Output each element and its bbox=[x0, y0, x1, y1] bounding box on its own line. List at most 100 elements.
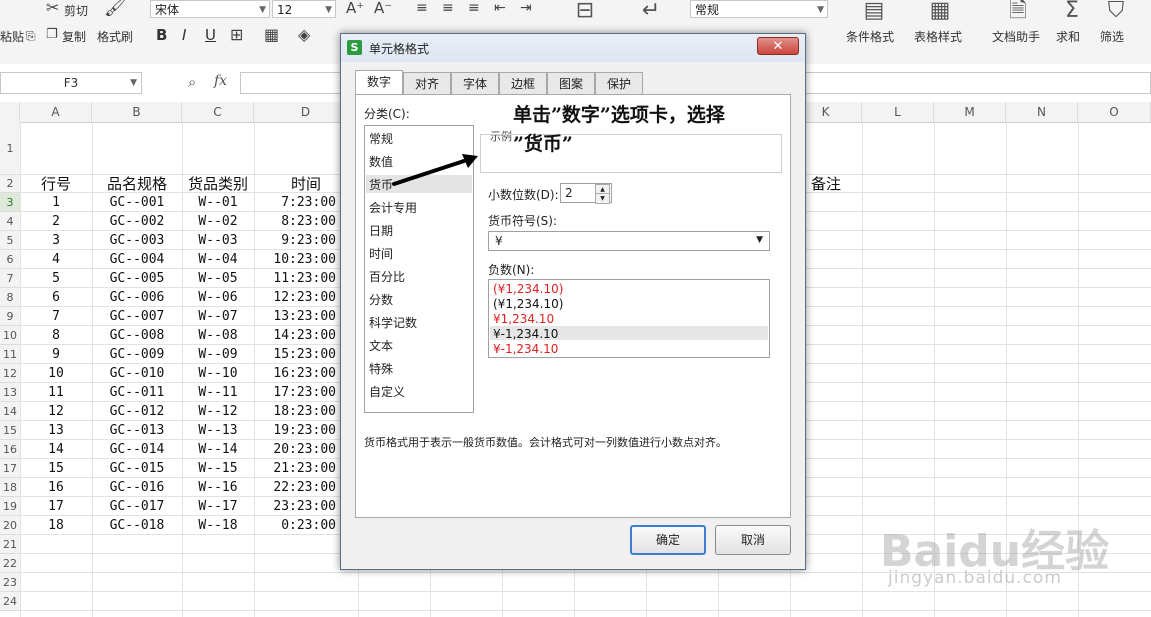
row-header[interactable]: 22 bbox=[0, 554, 20, 573]
doc-assistant-icon[interactable]: 🗎 bbox=[1004, 0, 1032, 22]
row-header[interactable]: 5 bbox=[0, 231, 20, 250]
data-cell[interactable]: GC--007 bbox=[92, 307, 182, 326]
negative-format-option[interactable]: (¥1,234.10) bbox=[493, 282, 563, 296]
table-style-button[interactable]: 表格样式 bbox=[914, 28, 962, 45]
sum-button[interactable]: 求和 bbox=[1056, 28, 1080, 45]
data-cell[interactable]: GC--010 bbox=[92, 364, 182, 383]
data-cell[interactable]: GC--004 bbox=[92, 250, 182, 269]
scissors-icon[interactable]: ✂ bbox=[46, 0, 59, 16]
data-cell[interactable]: W--06 bbox=[182, 288, 254, 307]
data-cell[interactable]: GC--003 bbox=[92, 231, 182, 250]
data-cell[interactable]: W--08 bbox=[182, 326, 254, 345]
align-bottom-icon[interactable]: ≡ bbox=[468, 0, 480, 16]
doc-assistant-button[interactable]: 文档助手 bbox=[992, 28, 1040, 45]
column-header[interactable]: O bbox=[1078, 102, 1151, 122]
row-header[interactable]: 14 bbox=[0, 402, 20, 421]
row-header[interactable]: 6 bbox=[0, 250, 20, 269]
data-cell[interactable]: GC--002 bbox=[92, 212, 182, 231]
data-cell[interactable]: W--09 bbox=[182, 345, 254, 364]
column-header[interactable]: M bbox=[934, 102, 1006, 122]
wrap-text-icon[interactable]: ↵ bbox=[636, 0, 666, 22]
italic-button[interactable]: I bbox=[182, 26, 186, 44]
header-cell[interactable]: 行号 bbox=[20, 175, 92, 193]
data-cell[interactable]: 6 bbox=[20, 288, 92, 307]
data-cell[interactable]: W--01 bbox=[182, 193, 254, 212]
data-cell[interactable]: 11 bbox=[20, 383, 92, 402]
category-item[interactable]: 会计专用 bbox=[369, 199, 417, 216]
filter-icon[interactable]: ⛉ bbox=[1102, 0, 1130, 22]
data-cell[interactable]: GC--008 bbox=[92, 326, 182, 345]
align-top-icon[interactable]: ≡ bbox=[416, 0, 428, 16]
paste-dropdown-icon[interactable]: ⎘ bbox=[26, 28, 36, 44]
cut-button[interactable]: 剪切 bbox=[64, 2, 88, 19]
dialog-title-bar[interactable]: S 单元格格式 ✕ bbox=[341, 34, 805, 62]
data-cell[interactable]: W--02 bbox=[182, 212, 254, 231]
category-item[interactable]: 特殊 bbox=[369, 360, 393, 377]
category-item[interactable]: 常规 bbox=[369, 130, 393, 147]
data-cell[interactable]: W--05 bbox=[182, 269, 254, 288]
negative-format-option[interactable]: ¥-1,234.10 bbox=[493, 327, 558, 341]
fill-style-icon[interactable]: ▦ bbox=[264, 27, 279, 43]
row-header[interactable]: 1 bbox=[0, 122, 20, 175]
data-cell[interactable]: 15 bbox=[20, 459, 92, 478]
data-cell[interactable]: W--14 bbox=[182, 440, 254, 459]
data-cell[interactable]: 4 bbox=[20, 250, 92, 269]
data-cell[interactable]: 2 bbox=[20, 212, 92, 231]
conditional-format-icon[interactable]: ▤ bbox=[860, 0, 888, 22]
data-cell[interactable]: 16 bbox=[20, 478, 92, 497]
decimal-places-stepper[interactable]: 2 ▲ ▼ bbox=[560, 183, 612, 204]
tab-alignment[interactable]: 对齐 bbox=[403, 72, 451, 94]
tab-pattern[interactable]: 图案 bbox=[547, 72, 595, 94]
currency-symbol-select[interactable]: ¥ ▼ bbox=[488, 231, 770, 251]
row-header[interactable]: 7 bbox=[0, 269, 20, 288]
fx-icon[interactable]: fx bbox=[214, 73, 227, 89]
negative-format-option[interactable]: ¥1,234.10 bbox=[493, 312, 554, 326]
underline-button[interactable]: U bbox=[205, 26, 216, 44]
table-style-icon[interactable]: ▦ bbox=[926, 0, 954, 22]
select-all-corner[interactable] bbox=[0, 102, 20, 122]
row-header[interactable]: 3 bbox=[0, 193, 20, 212]
data-cell[interactable]: 8 bbox=[20, 326, 92, 345]
fill-color-icon[interactable]: ◈ bbox=[298, 27, 310, 43]
data-cell[interactable]: W--04 bbox=[182, 250, 254, 269]
tab-border[interactable]: 边框 bbox=[499, 72, 547, 94]
data-cell[interactable]: GC--014 bbox=[92, 440, 182, 459]
ok-button[interactable]: 确定 bbox=[630, 525, 706, 555]
data-cell[interactable]: 3 bbox=[20, 231, 92, 250]
close-button[interactable]: ✕ bbox=[757, 37, 799, 55]
data-cell[interactable]: W--12 bbox=[182, 402, 254, 421]
column-header[interactable]: L bbox=[862, 102, 934, 122]
category-item[interactable]: 日期 bbox=[369, 222, 393, 239]
data-cell[interactable]: GC--006 bbox=[92, 288, 182, 307]
zoom-search-icon[interactable]: ⌕ bbox=[188, 73, 196, 91]
number-format-select[interactable]: 常规 ▼ bbox=[690, 0, 828, 18]
tab-font[interactable]: 字体 bbox=[451, 72, 499, 94]
font-size-select[interactable]: 12 ▼ bbox=[272, 0, 336, 18]
row-header[interactable]: 12 bbox=[0, 364, 20, 383]
grow-font-icon[interactable]: A⁺ bbox=[346, 0, 364, 16]
data-cell[interactable]: W--16 bbox=[182, 478, 254, 497]
negative-format-option[interactable]: ¥-1,234.10 bbox=[493, 342, 558, 356]
row-header[interactable]: 13 bbox=[0, 383, 20, 402]
data-cell[interactable]: GC--016 bbox=[92, 478, 182, 497]
category-item[interactable]: 自定义 bbox=[369, 383, 405, 400]
column-header[interactable]: B bbox=[92, 102, 182, 122]
border-icon[interactable]: ⊞ bbox=[230, 27, 243, 43]
data-cell[interactable]: GC--012 bbox=[92, 402, 182, 421]
shrink-font-icon[interactable]: A⁻ bbox=[374, 0, 392, 16]
filter-button[interactable]: 筛选 bbox=[1100, 28, 1124, 45]
data-cell[interactable]: GC--001 bbox=[92, 193, 182, 212]
name-box[interactable]: F3 ▼ bbox=[0, 72, 142, 94]
row-header[interactable]: 4 bbox=[0, 212, 20, 231]
font-name-select[interactable]: 宋体 ▼ bbox=[150, 0, 270, 18]
data-cell[interactable]: 14 bbox=[20, 440, 92, 459]
category-item[interactable]: 文本 bbox=[369, 337, 393, 354]
merge-center-icon[interactable]: ⊟ bbox=[570, 0, 600, 22]
data-cell[interactable]: GC--013 bbox=[92, 421, 182, 440]
column-header[interactable]: C bbox=[182, 102, 254, 122]
data-cell[interactable]: GC--015 bbox=[92, 459, 182, 478]
data-cell[interactable]: W--07 bbox=[182, 307, 254, 326]
row-header[interactable]: 9 bbox=[0, 307, 20, 326]
data-cell[interactable]: W--18 bbox=[182, 516, 254, 535]
row-header[interactable]: 23 bbox=[0, 573, 20, 592]
